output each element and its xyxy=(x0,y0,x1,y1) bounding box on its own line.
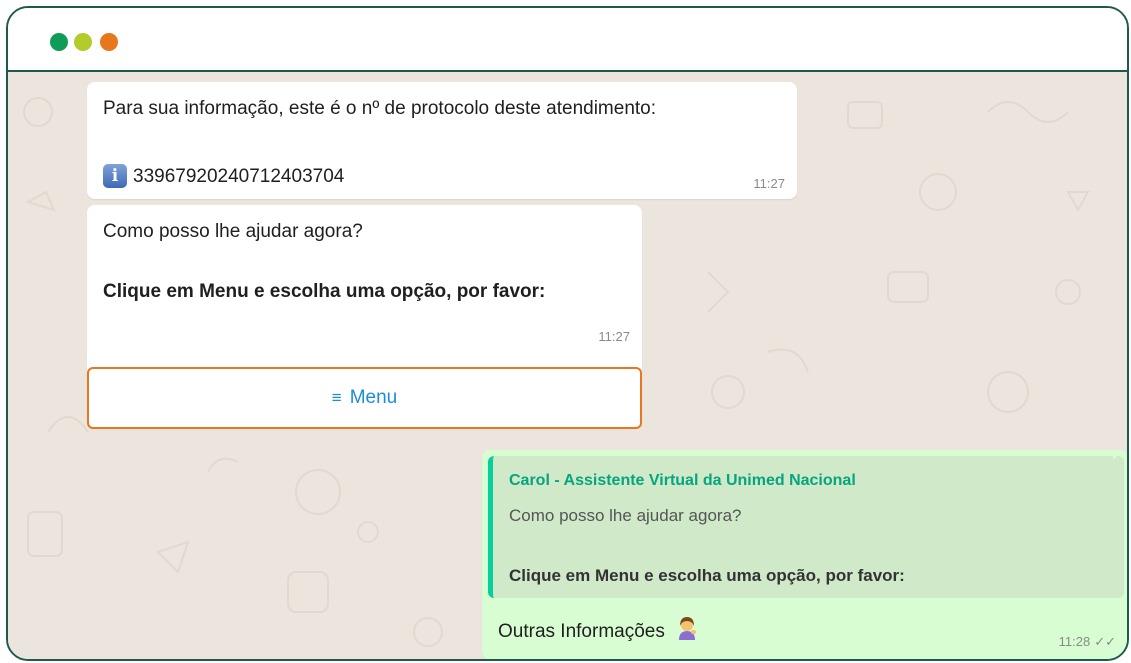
window-dot-green[interactable] xyxy=(50,33,68,51)
protocol-number: 33967920240712403704 xyxy=(133,166,345,187)
person-tipping-hand-emoji xyxy=(676,616,698,646)
window-dot-lime[interactable] xyxy=(74,33,92,51)
bubble-tail xyxy=(1113,450,1123,460)
quoted-question-text: Como posso lhe ajudar agora? xyxy=(509,506,742,525)
help-question-text: Como posso lhe ajudar agora? xyxy=(103,221,363,242)
chat-window: Para sua informação, este é o nº de prot… xyxy=(6,6,1129,661)
message-timestamp: 11:28 xyxy=(1058,634,1091,649)
window-dot-orange[interactable] xyxy=(100,33,118,51)
outgoing-reply-bubble[interactable]: Carol - Assistente Virtual da Unimed Nac… xyxy=(482,450,1127,659)
list-menu-icon: ≡ xyxy=(331,388,342,407)
protocol-intro-text: Para sua informação, este é o nº de prot… xyxy=(103,98,657,119)
reply-meta: 11:28 ✓✓ xyxy=(1059,634,1116,650)
chat-area[interactable]: Para sua informação, este é o nº de prot… xyxy=(8,72,1127,659)
window-titlebar xyxy=(8,8,1127,72)
protocol-message-bubble[interactable]: Para sua informação, este é o nº de prot… xyxy=(87,82,797,199)
quoted-sender-name: Carol - Assistente Virtual da Unimed Nac… xyxy=(509,472,856,489)
menu-button[interactable]: ≡ Menu xyxy=(87,367,642,429)
reply-text-line: Outras Informações xyxy=(498,616,698,646)
info-icon: i xyxy=(103,164,127,188)
read-receipt-icon: ✓✓ xyxy=(1094,634,1116,649)
menu-button-label: Menu xyxy=(349,387,398,408)
message-timestamp: 11:27 xyxy=(753,176,785,191)
quoted-instruction-text: Clique em Menu e escolha uma opção, por … xyxy=(509,566,905,585)
quoted-message[interactable]: Carol - Assistente Virtual da Unimed Nac… xyxy=(488,456,1124,598)
message-timestamp: 11:27 xyxy=(598,329,630,344)
help-instruction-text: Clique em Menu e escolha uma opção, por … xyxy=(103,281,546,302)
reply-text: Outras Informações xyxy=(498,621,665,642)
